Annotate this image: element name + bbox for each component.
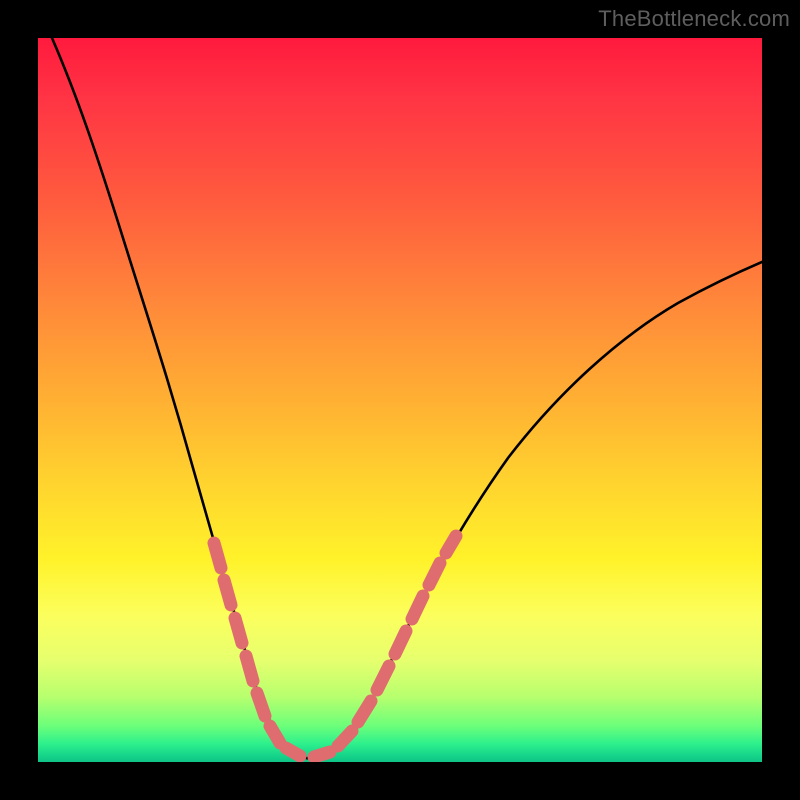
watermark-text: TheBottleneck.com (598, 6, 790, 32)
bottleneck-curve-svg (38, 38, 762, 762)
highlight-dashes-right (314, 536, 456, 757)
bottleneck-curve (52, 38, 762, 759)
chart-frame: TheBottleneck.com (0, 0, 800, 800)
plot-area (38, 38, 762, 762)
highlight-dashes-left (214, 543, 300, 756)
